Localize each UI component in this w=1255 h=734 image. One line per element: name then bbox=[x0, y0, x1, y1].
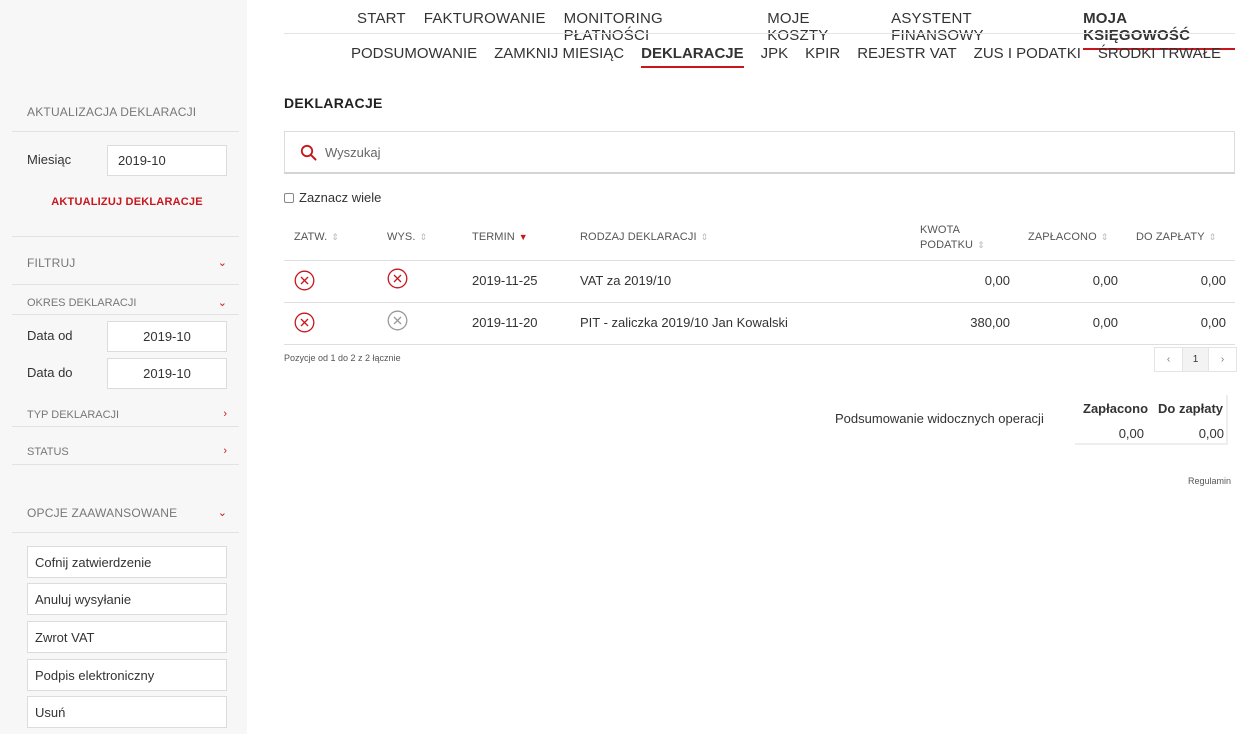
column-header-sent[interactable]: WYS. ⇕ bbox=[387, 231, 427, 243]
nav-my-accounting[interactable]: MOJA KSIĘGOWOŚĆ bbox=[1083, 10, 1235, 50]
sort-icon: ⇕ bbox=[1208, 232, 1217, 242]
status-filter-title[interactable]: STATUS bbox=[27, 446, 69, 458]
due-date: 2019-11-20 bbox=[472, 315, 538, 330]
date-from-label: Data od bbox=[27, 328, 73, 343]
delete-button[interactable]: Usuń bbox=[27, 696, 227, 728]
undo-approval-button[interactable]: Cofnij zatwierdzenie bbox=[27, 546, 227, 578]
row-divider bbox=[284, 344, 1235, 345]
summary-topay-value: 0,00 bbox=[1198, 426, 1224, 441]
vat-refund-button[interactable]: Zwrot VAT bbox=[27, 621, 227, 653]
subnav-vat-register[interactable]: REJESTR VAT bbox=[857, 45, 956, 68]
tax-amount: 0,00 bbox=[984, 273, 1010, 288]
sidebar: AKTUALIZACJA DEKLARACJI Miesiąc 2019-10 … bbox=[0, 0, 247, 734]
divider bbox=[12, 131, 239, 132]
divider bbox=[12, 532, 239, 533]
update-section-title: AKTUALIZACJA DEKLARACJI bbox=[27, 105, 197, 119]
pagination-info: Pozycje od 1 do 2 z 2 łącznie bbox=[284, 353, 401, 363]
divider bbox=[12, 314, 239, 315]
column-header-type[interactable]: RODZAJ DEKLARACJI ⇕ bbox=[580, 231, 708, 243]
filter-section-title[interactable]: FILTRUJ bbox=[27, 256, 76, 270]
search-input[interactable]: Wyszukaj bbox=[325, 145, 381, 160]
sort-icon: ⇕ bbox=[1100, 232, 1109, 242]
column-header-to-pay[interactable]: DO ZAPŁATY ⇕ bbox=[1136, 231, 1216, 243]
type-filter-title[interactable]: TYP DEKLARACJI bbox=[27, 409, 119, 421]
summary-topay-header: Do zapłaty bbox=[1158, 401, 1224, 416]
prev-page-button[interactable]: ‹ bbox=[1155, 348, 1182, 371]
summary-box: Zapłacono Do zapłaty 0,00 0,00 bbox=[1075, 395, 1228, 445]
month-label: Miesiąc bbox=[27, 152, 72, 167]
main-menu: START FAKTUROWANIE MONITORING PŁATNOŚCI … bbox=[357, 10, 1235, 50]
date-to-label: Data do bbox=[27, 365, 73, 380]
terms-link[interactable]: Regulamin bbox=[1188, 476, 1231, 486]
date-to-input[interactable]: 2019-10 bbox=[107, 358, 227, 389]
sort-icon: ⇕ bbox=[700, 232, 709, 242]
to-pay-amount: 0,00 bbox=[1200, 315, 1226, 330]
advanced-section-title[interactable]: OPCJE ZAAWANSOWANE bbox=[27, 506, 177, 520]
chevron-down-icon[interactable]: ⌄ bbox=[218, 296, 227, 309]
select-many[interactable]: Zaznacz wiele bbox=[284, 190, 381, 205]
divider bbox=[12, 284, 239, 285]
subnav-kpir[interactable]: KPIR bbox=[805, 45, 840, 68]
month-input[interactable]: 2019-10 bbox=[107, 145, 227, 176]
update-declarations-link[interactable]: AKTUALIZUJ DEKLARACJE bbox=[0, 196, 254, 208]
subnav-close-month[interactable]: ZAMKNIJ MIESIĄC bbox=[494, 45, 624, 68]
chevron-down-icon[interactable]: ⌄ bbox=[218, 256, 227, 269]
column-header-due[interactable]: TERMIN ▼ bbox=[472, 231, 528, 243]
declaration-type[interactable]: PIT - zaliczka 2019/10 Jan Kowalski bbox=[580, 315, 788, 330]
nav-start[interactable]: START bbox=[357, 10, 406, 50]
summary-label: Podsumowanie widocznych operacji bbox=[835, 411, 1044, 426]
column-header-tax[interactable]: KWOTA PODATKU ⇕ bbox=[920, 223, 985, 253]
divider bbox=[284, 33, 1235, 34]
tax-amount: 380,00 bbox=[970, 315, 1010, 330]
nav-invoicing[interactable]: FAKTUROWANIE bbox=[424, 10, 546, 50]
sub-menu: PODSUMOWANIE ZAMKNIJ MIESIĄC DEKLARACJE … bbox=[351, 45, 1221, 68]
table-header-divider bbox=[284, 260, 1235, 261]
not-sent-disabled-icon bbox=[387, 310, 408, 331]
period-filter-title[interactable]: OKRES DEKLARACJI bbox=[27, 297, 136, 309]
not-approved-icon[interactable] bbox=[294, 270, 315, 291]
not-approved-icon[interactable] bbox=[294, 312, 315, 333]
chevron-right-icon[interactable]: › bbox=[223, 408, 227, 420]
subnav-declarations[interactable]: DEKLARACJE bbox=[641, 45, 744, 68]
pagination: ‹ 1 › bbox=[1154, 347, 1237, 372]
to-pay-amount: 0,00 bbox=[1200, 273, 1226, 288]
subnav-fixed-assets[interactable]: ŚRODKI TRWAŁE bbox=[1098, 45, 1221, 68]
chevron-right-icon[interactable]: › bbox=[223, 445, 227, 457]
declaration-type[interactable]: VAT za 2019/10 bbox=[580, 273, 671, 288]
sort-icon: ⇕ bbox=[331, 232, 339, 242]
nav-payment-monitoring[interactable]: MONITORING PŁATNOŚCI bbox=[564, 10, 750, 50]
nav-financial-assistant[interactable]: ASYSTENT FINANSOWY bbox=[891, 10, 1065, 50]
nav-my-costs[interactable]: MOJE KOSZTY bbox=[767, 10, 873, 50]
search-icon bbox=[300, 144, 317, 160]
summary-paid-header: Zapłacono bbox=[1083, 401, 1149, 416]
page-1-button[interactable]: 1 bbox=[1182, 348, 1209, 371]
sort-icon: ⇕ bbox=[419, 232, 428, 242]
subnav-summary[interactable]: PODSUMOWANIE bbox=[351, 45, 477, 68]
search-bar[interactable]: Wyszukaj bbox=[284, 131, 1235, 174]
divider bbox=[12, 464, 239, 465]
date-from-input[interactable]: 2019-10 bbox=[107, 321, 227, 352]
chevron-down-icon[interactable]: ⌄ bbox=[218, 506, 227, 519]
e-signature-button[interactable]: Podpis elektroniczny bbox=[27, 659, 227, 691]
subnav-zus-taxes[interactable]: ZUS I PODATKI bbox=[974, 45, 1081, 68]
divider bbox=[12, 426, 239, 427]
due-date: 2019-11-25 bbox=[472, 273, 538, 288]
column-header-approved[interactable]: ZATW. ⇕ bbox=[294, 231, 339, 243]
cancel-sending-button[interactable]: Anuluj wysyłanie bbox=[27, 583, 227, 615]
paid-amount: 0,00 bbox=[1092, 315, 1118, 330]
row-divider bbox=[284, 302, 1235, 303]
not-sent-icon[interactable] bbox=[387, 268, 408, 289]
sort-icon: ⇕ bbox=[977, 240, 985, 250]
column-header-paid[interactable]: ZAPŁACONO ⇕ bbox=[1028, 231, 1108, 243]
subnav-jpk[interactable]: JPK bbox=[761, 45, 789, 68]
page-title: DEKLARACJE bbox=[284, 95, 383, 111]
select-many-checkbox[interactable] bbox=[284, 192, 294, 203]
sort-desc-icon: ▼ bbox=[518, 232, 528, 242]
summary-paid-value: 0,00 bbox=[1118, 426, 1144, 441]
next-page-button[interactable]: › bbox=[1209, 348, 1236, 371]
paid-amount: 0,00 bbox=[1092, 273, 1118, 288]
divider bbox=[12, 236, 239, 237]
select-many-label: Zaznacz wiele bbox=[299, 190, 382, 205]
